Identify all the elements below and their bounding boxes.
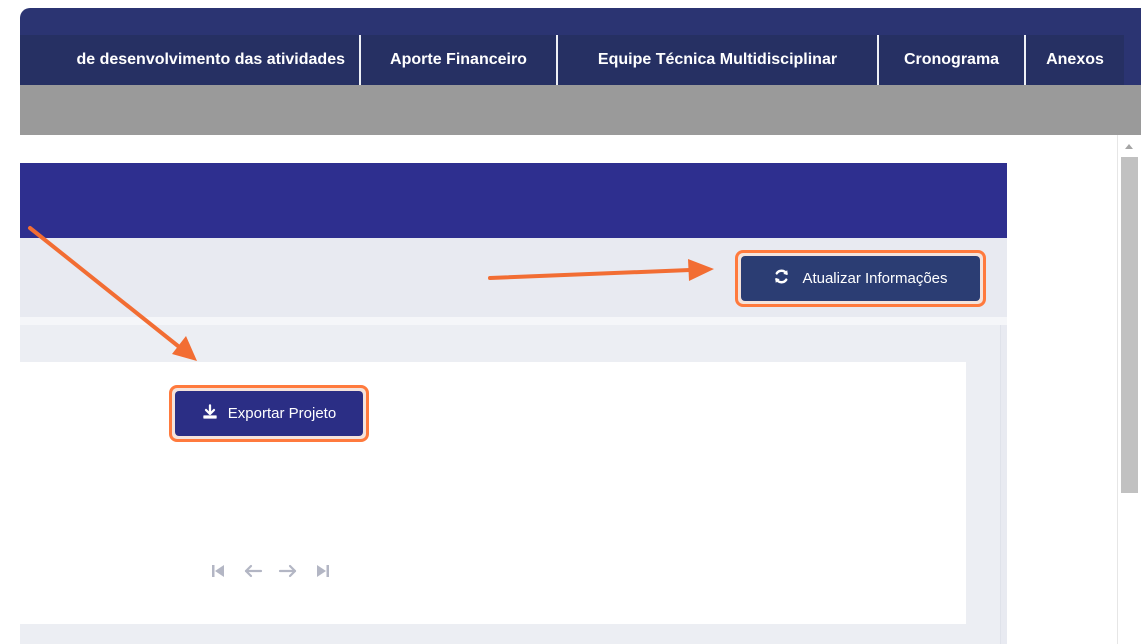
last-page-icon[interactable] [313, 561, 333, 581]
prev-page-icon[interactable] [243, 561, 263, 581]
download-icon [202, 403, 218, 424]
app-window: de desenvolvimento das atividades Aporte… [0, 0, 1141, 644]
scrollbar-thumb[interactable] [1121, 157, 1138, 493]
export-project-label: Exportar Projeto [227, 405, 337, 422]
next-page-icon[interactable] [278, 561, 298, 581]
panel-header [20, 163, 1007, 238]
update-info-label: Atualizar Informações [802, 270, 948, 287]
export-project-button[interactable]: Exportar Projeto [169, 385, 369, 442]
project-card [20, 362, 966, 624]
tab-equipe-tecnica[interactable]: Equipe Técnica Multidisciplinar [558, 35, 879, 85]
export-project-button-body[interactable]: Exportar Projeto [175, 391, 363, 436]
tab-bar: de desenvolvimento das atividades Aporte… [20, 35, 1124, 85]
pagination [208, 561, 333, 581]
panel-divider [20, 317, 1007, 325]
tab-anexos[interactable]: Anexos [1026, 35, 1124, 85]
refresh-icon [773, 268, 790, 289]
scroll-up-arrow-icon[interactable] [1122, 140, 1136, 152]
tab-desenvolvimento-atividades[interactable]: de desenvolvimento das atividades [20, 35, 361, 85]
tab-aporte-financeiro[interactable]: Aporte Financeiro [361, 35, 558, 85]
sub-toolbar [20, 85, 1141, 135]
update-info-button-body[interactable]: Atualizar Informações [741, 256, 980, 301]
update-info-button[interactable]: Atualizar Informações [735, 250, 986, 307]
tab-cronograma[interactable]: Cronograma [879, 35, 1026, 85]
first-page-icon[interactable] [208, 561, 228, 581]
